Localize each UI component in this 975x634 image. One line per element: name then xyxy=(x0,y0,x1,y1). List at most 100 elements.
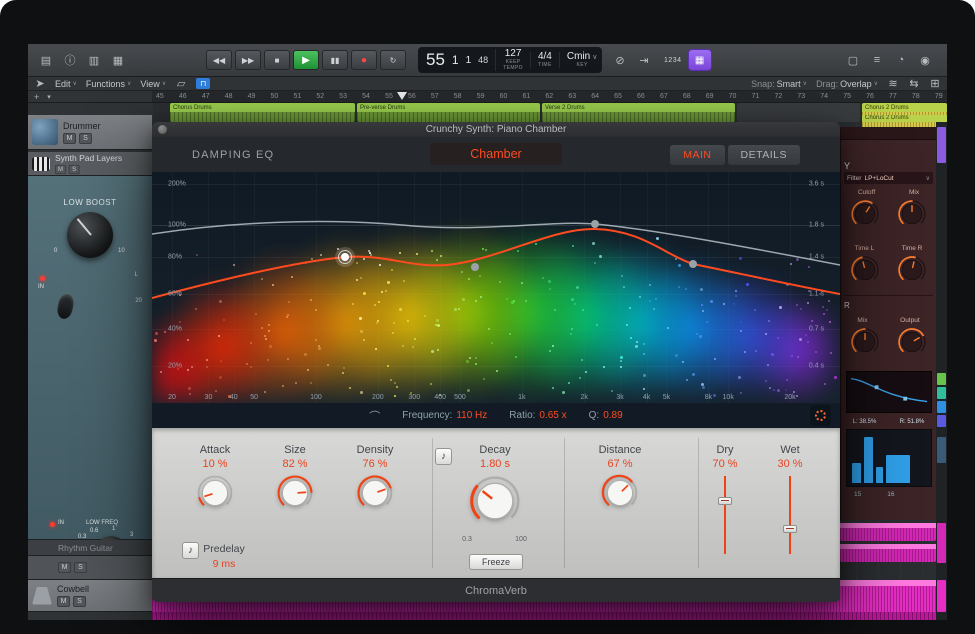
solo-button[interactable]: S xyxy=(69,164,80,173)
zoom-v-icon[interactable]: ⊞ xyxy=(929,75,941,93)
tab-main[interactable]: MAIN xyxy=(670,145,724,165)
decay-sync-button[interactable]: ♪ xyxy=(435,448,452,465)
cycle-button[interactable]: ↻ xyxy=(380,50,406,70)
track-sort-icon[interactable]: ▾ xyxy=(47,93,51,101)
mute-button[interactable]: M xyxy=(63,133,76,144)
density-knob[interactable] xyxy=(333,474,417,512)
decay-knob[interactable] xyxy=(447,474,543,528)
close-icon[interactable] xyxy=(158,125,167,134)
mute-button[interactable]: M xyxy=(58,562,71,573)
size-knob[interactable] xyxy=(253,474,337,512)
distance-knob[interactable] xyxy=(578,474,662,512)
tab-details[interactable]: DETAILS xyxy=(728,145,800,165)
tuner-icon[interactable]: ⊘ xyxy=(610,51,630,69)
menu-functions[interactable]: Functions∨ xyxy=(86,79,131,89)
solo-button[interactable]: S xyxy=(73,596,86,607)
freeze-button[interactable]: Freeze xyxy=(469,554,523,570)
mini-region[interactable] xyxy=(937,580,946,612)
eq-node[interactable] xyxy=(689,260,697,268)
forward-button[interactable]: ▶▶ xyxy=(235,50,261,70)
mute-button[interactable]: M xyxy=(57,596,70,607)
track-header-rhythm[interactable]: Rhythm Guitar xyxy=(28,540,152,556)
spectrum-visualizer[interactable]: 200%100%80%60%40%20%3.6 s1.8 s1.4 s1.1 s… xyxy=(152,172,840,403)
punch-icon[interactable]: ⇥ xyxy=(634,51,654,69)
lcd-key[interactable]: Cmin ∨ KEY xyxy=(559,52,597,68)
list-edit-icon[interactable]: ≡ xyxy=(867,51,887,69)
menu-edit[interactable]: Edit∨ xyxy=(55,79,77,89)
envelope-graph[interactable] xyxy=(846,371,932,413)
low-boost-knob[interactable] xyxy=(67,212,113,258)
library-icon[interactable]: ▤ xyxy=(36,51,56,69)
attack-knob[interactable] xyxy=(173,474,257,512)
particle-mode-button[interactable] xyxy=(810,405,831,426)
catch-playhead-button[interactable]: ⊓ xyxy=(196,78,210,89)
wet-slider[interactable] xyxy=(782,476,798,554)
mini-region[interactable] xyxy=(937,401,946,413)
curve-shape-icon[interactable]: ⌒ xyxy=(369,408,380,424)
editors-icon[interactable]: ▦ xyxy=(108,51,128,69)
mini-region[interactable] xyxy=(937,127,946,163)
pencil-tool-icon[interactable]: ▱ xyxy=(175,75,187,93)
play-button[interactable]: ▶ xyxy=(293,50,319,70)
mini-region[interactable] xyxy=(937,387,946,399)
zoom-h-icon[interactable]: ⇆ xyxy=(908,75,920,93)
region[interactable] xyxy=(737,103,860,122)
time-r-knob[interactable] xyxy=(897,255,927,287)
region[interactable]: Chorus Drums xyxy=(170,103,355,122)
pointer-tool-icon[interactable]: ➤ xyxy=(34,75,46,93)
inspector-icon[interactable]: ⓘ xyxy=(60,51,80,69)
filter-dropdown[interactable]: Filter LP+LoCut ∨ xyxy=(844,172,933,184)
musical-typing-button[interactable]: ▦ xyxy=(688,49,712,71)
mixer-icon[interactable]: ▥ xyxy=(84,51,104,69)
midi-region[interactable] xyxy=(840,544,936,562)
ruler[interactable]: + ▾ 454647484950515253545556575859606162… xyxy=(28,91,947,103)
time-l-knob[interactable] xyxy=(850,255,880,287)
selected-eq-node[interactable] xyxy=(341,253,349,261)
damping-eq-label[interactable]: DAMPING EQ xyxy=(192,149,274,161)
mini-region[interactable] xyxy=(937,437,946,463)
waveform-zoom-icon[interactable]: ≋ xyxy=(887,75,899,93)
region[interactable]: Pre-verse Drums xyxy=(357,103,540,122)
region[interactable]: Verse 2 Drums xyxy=(542,103,735,122)
account-icon[interactable]: ◉ xyxy=(915,51,935,69)
mini-region[interactable] xyxy=(937,373,946,385)
stop-button[interactable]: ■ xyxy=(264,50,290,70)
midi-region-partial[interactable] xyxy=(152,612,947,620)
playhead-marker[interactable] xyxy=(397,92,407,100)
notifications-icon[interactable]: ◔ xyxy=(891,51,911,69)
plugin-titlebar[interactable]: Crunchy Synth: Piano Chamber xyxy=(152,122,840,137)
midi-region[interactable] xyxy=(840,523,936,541)
cutoff-knob[interactable] xyxy=(850,199,880,231)
eq-node[interactable] xyxy=(591,220,599,228)
region-chorus2-lower[interactable]: Chorus 2 Drums xyxy=(862,115,947,127)
damping-curve[interactable] xyxy=(152,222,840,265)
snap-dropdown[interactable]: Snap: Smart ∨ xyxy=(751,79,807,89)
slider-handle[interactable] xyxy=(783,525,797,533)
display-icon[interactable]: ▢ xyxy=(843,51,863,69)
menu-view[interactable]: View∨ xyxy=(140,79,166,89)
output-knob[interactable] xyxy=(897,327,927,359)
mix-knob[interactable] xyxy=(850,327,880,359)
solo-button[interactable]: S xyxy=(74,562,87,573)
mini-region[interactable] xyxy=(937,415,946,427)
rewind-button[interactable]: ◀◀ xyxy=(206,50,232,70)
lcd-time-signature[interactable]: 4/4 TIME xyxy=(530,52,552,68)
track-header-cowbell[interactable]: Cowbell M S xyxy=(28,580,152,612)
record-button[interactable]: ● xyxy=(351,50,377,70)
mini-region[interactable] xyxy=(937,523,946,563)
lcd-display[interactable]: 55 1 1 48 127 KEEP TEMPO 4/4 TIME Cmin ∨ xyxy=(418,47,602,73)
slider-handle[interactable] xyxy=(718,497,732,505)
track-header-hidden[interactable]: M S xyxy=(28,556,152,580)
drag-dropdown[interactable]: Drag: Overlap ∨ xyxy=(816,79,878,89)
eq-curve[interactable] xyxy=(152,229,840,298)
eq-node[interactable] xyxy=(471,263,479,271)
mix-knob[interactable] xyxy=(897,199,927,231)
track-header-drummer[interactable]: Drummer M S xyxy=(28,115,152,150)
mute-button[interactable]: M xyxy=(55,164,66,173)
lcd-tempo[interactable]: 127 KEEP TEMPO xyxy=(495,49,523,71)
add-track-icon[interactable]: + xyxy=(34,92,39,102)
count-in-badge[interactable]: 1234 xyxy=(664,57,682,64)
dry-slider[interactable] xyxy=(717,476,733,554)
preset-selector[interactable]: Chamber xyxy=(430,143,562,165)
track-header-synth[interactable]: Synth Pad Layers M S xyxy=(28,152,152,176)
